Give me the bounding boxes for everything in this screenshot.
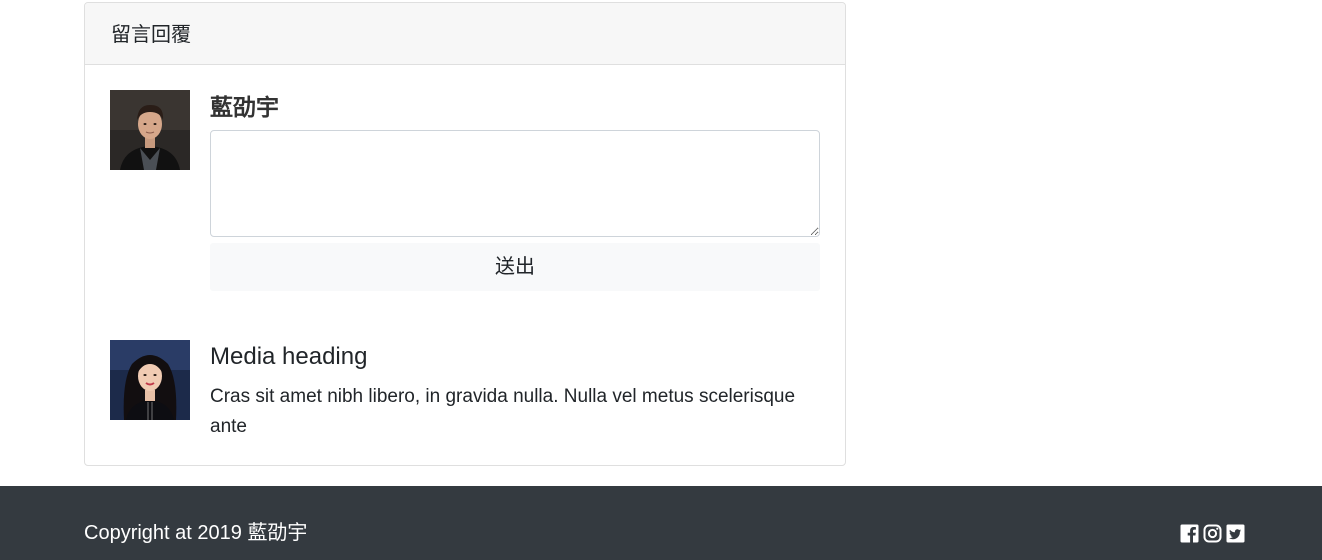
reply-textarea-wrapper [210, 130, 820, 237]
reply-card: 留言回覆 藍劭宇 送出 Media heading Cras sit amet … [84, 2, 846, 466]
footer: Copyright at 2019 藍劭宇 [0, 486, 1322, 560]
comment-avatar [110, 340, 190, 420]
footer-copyright: Copyright at 2019 藍劭宇 [84, 522, 308, 544]
comment-heading: Media heading [210, 343, 368, 370]
reply-body: 藍劭宇 送出 [210, 90, 820, 291]
page: 留言回覆 藍劭宇 送出 Media heading Cras sit amet … [0, 0, 1322, 560]
card-header-title: 留言回覆 [85, 3, 845, 65]
social-links [1180, 524, 1245, 543]
user-avatar [110, 90, 190, 170]
reply-user-name: 藍劭宇 [210, 94, 279, 120]
twitter-icon[interactable] [1226, 524, 1245, 543]
facebook-icon[interactable] [1180, 524, 1199, 543]
comment-body: Media heading Cras sit amet nibh libero,… [210, 340, 820, 442]
comment-text: Cras sit amet nibh libero, in gravida nu… [210, 386, 796, 437]
reply-textarea[interactable] [210, 130, 820, 237]
user-avatar-image [110, 90, 190, 170]
instagram-icon[interactable] [1203, 524, 1222, 543]
submit-button[interactable]: 送出 [210, 243, 820, 291]
comment-avatar-image [110, 340, 190, 420]
